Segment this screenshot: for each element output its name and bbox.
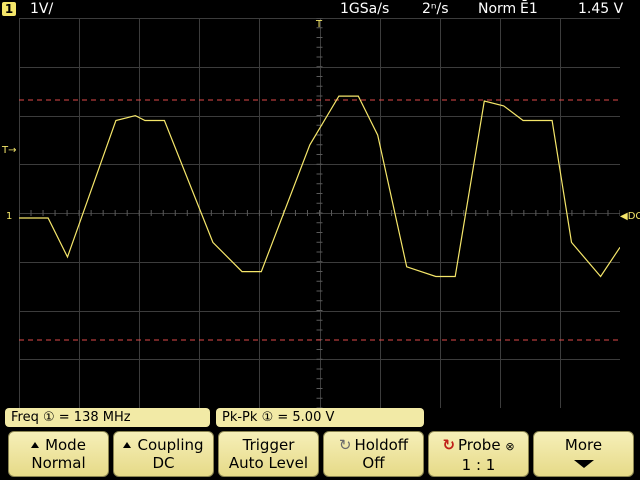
pkpk-label: Pk-Pk bbox=[222, 410, 258, 425]
trigger-source: Ē1 bbox=[520, 1, 538, 17]
holdoff-label: Holdoff bbox=[354, 436, 409, 454]
trigger-level-marker: T→ bbox=[2, 145, 17, 156]
triangle-up-icon bbox=[123, 442, 132, 448]
pkpk-measurement[interactable]: Pk-Pk ① = 5.00 V bbox=[216, 408, 424, 427]
mode-value: Normal bbox=[31, 454, 86, 472]
coupling-value: DC bbox=[152, 454, 175, 472]
waveform-svg bbox=[19, 18, 620, 408]
channel-badge: 1 bbox=[2, 2, 16, 16]
coupling-softkey[interactable]: Coupling DC bbox=[113, 431, 214, 477]
rotate-knob-icon: ↻ bbox=[442, 436, 456, 454]
timebase: 2ⁿ/s bbox=[422, 1, 449, 17]
holdoff-value: Off bbox=[362, 454, 385, 472]
trigger-level: 1.45 V bbox=[578, 1, 624, 17]
pkpk-channel-icon: ① bbox=[261, 410, 274, 425]
pkpk-value: = 5.00 V bbox=[277, 410, 335, 425]
freq-measurement[interactable]: Freq ① = 138 MHz bbox=[5, 408, 210, 427]
triangle-down-icon bbox=[573, 460, 594, 468]
probe-softkey[interactable]: ↻ Probe ⊗ 1 : 1 bbox=[428, 431, 529, 477]
trigger-position-marker: T bbox=[316, 19, 323, 30]
channel-ground-marker: 1 bbox=[6, 211, 13, 222]
status-bar: 1 1V/ 1GSa/s 2ⁿ/s Norm Ē1 1.45 V bbox=[0, 0, 640, 18]
freq-label: Freq bbox=[11, 410, 39, 425]
channel-scale: 1V/ bbox=[30, 1, 54, 17]
trigger-mode: Norm bbox=[478, 1, 517, 17]
coupling-label: Coupling bbox=[137, 436, 204, 454]
trigger-label: Trigger bbox=[242, 436, 295, 454]
probe-badge-icon: ⊗ bbox=[505, 440, 515, 453]
mode-softkey[interactable]: Mode Normal bbox=[8, 431, 109, 477]
probe-value: 1 : 1 bbox=[461, 456, 496, 474]
trigger-value: Auto Level bbox=[228, 454, 309, 472]
triangle-up-icon bbox=[31, 442, 40, 448]
rotate-knob-icon: ↻ bbox=[338, 436, 352, 454]
more-label: More bbox=[564, 436, 603, 454]
mode-label: Mode bbox=[45, 436, 86, 454]
probe-label: Probe bbox=[458, 436, 501, 454]
trigger-softkey[interactable]: Trigger Auto Level bbox=[218, 431, 319, 477]
more-softkey[interactable]: More bbox=[533, 431, 634, 477]
dc-coupling-marker: ◀DC bbox=[620, 211, 640, 222]
waveform-display bbox=[19, 18, 620, 428]
freq-value: = 138 MHz bbox=[58, 410, 131, 425]
freq-channel-icon: ① bbox=[42, 410, 55, 425]
softkey-bar: Mode Normal Coupling DC Trigger Auto Lev… bbox=[0, 428, 640, 480]
sample-rate: 1GSa/s bbox=[340, 1, 390, 17]
holdoff-softkey[interactable]: ↻ Holdoff Off bbox=[323, 431, 424, 477]
